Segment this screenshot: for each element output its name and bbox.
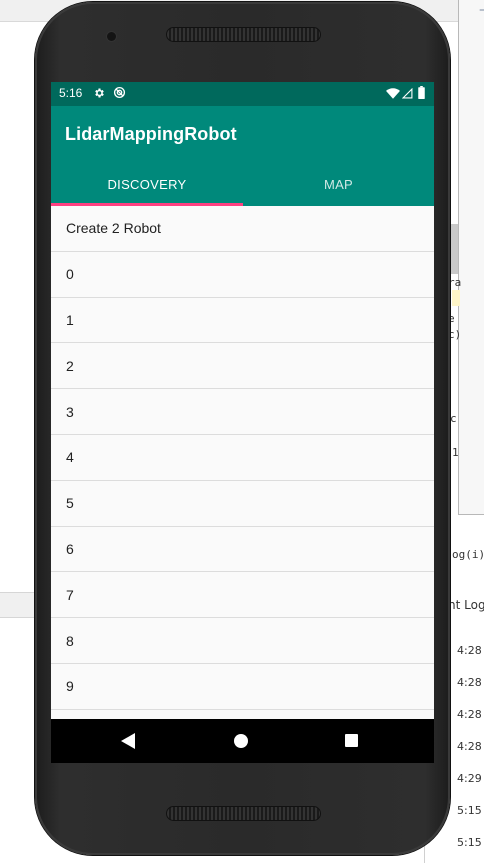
list-item[interactable]: 2 (51, 343, 434, 390)
event-log-time: 5:15 F (457, 836, 484, 849)
list-item[interactable]: 3 (51, 389, 434, 435)
logcat-label: og(i) (452, 548, 484, 561)
list-item[interactable]: Create 2 Robot (51, 206, 434, 252)
home-icon[interactable] (234, 734, 248, 748)
list-item[interactable]: 9 (51, 663, 434, 710)
phone-emulator: 5:16 LidarMappingRobot DISCOVERY MAP Cre… (35, 2, 450, 855)
tab-map[interactable]: MAP (243, 170, 434, 206)
list-item[interactable]: 1 (51, 297, 434, 344)
bottom-speaker (166, 806, 321, 821)
phone-screen: 5:16 LidarMappingRobot DISCOVERY MAP Cre… (51, 82, 434, 763)
device-list: Create 2 Robot 0 1 2 3 4 5 6 7 8 9 (51, 206, 434, 710)
event-log-time: 5:15 F (457, 804, 484, 817)
code-highlight (452, 290, 460, 306)
list-item[interactable]: 4 (51, 434, 434, 481)
wifi-icon (386, 88, 400, 99)
event-log-time: 4:28 F (457, 740, 484, 753)
event-log-time: 4:28 F (457, 676, 484, 689)
minimize-icon[interactable]: – (479, 2, 484, 18)
status-bar: 5:16 (51, 82, 434, 106)
signal-icon (402, 88, 413, 99)
app-bar: LidarMappingRobot DISCOVERY MAP (51, 106, 434, 206)
status-time: 5:16 (59, 86, 83, 100)
battery-icon (418, 86, 425, 99)
app-title: LidarMappingRobot (65, 124, 237, 144)
event-log-time: 4:29 F (457, 772, 484, 785)
code-snippet: 1 (452, 446, 459, 459)
event-log-time: 4:28 F (457, 644, 484, 657)
recents-icon[interactable] (345, 734, 358, 747)
earpiece-speaker (166, 27, 321, 42)
front-camera (107, 32, 116, 41)
event-log-time: 4:28 F (457, 708, 484, 721)
tab-discovery[interactable]: DISCOVERY (51, 170, 243, 206)
event-log-title[interactable]: nt Log (448, 598, 484, 612)
list-item[interactable]: 0 (51, 251, 434, 298)
navigation-bar (51, 719, 434, 763)
desktop-stage: – ra e c) c 1 og(i) nt Log 4:28 F 4:28 F… (0, 0, 484, 863)
list-item[interactable]: 5 (51, 480, 434, 527)
gear-icon (95, 88, 104, 98)
list-item[interactable]: 7 (51, 572, 434, 619)
scroll-thumb[interactable] (450, 224, 458, 274)
list-item[interactable]: 6 (51, 526, 434, 573)
sync-icon (113, 86, 126, 99)
list-item[interactable]: 8 (51, 618, 434, 664)
back-icon[interactable] (121, 733, 135, 749)
code-snippet: c (450, 412, 457, 425)
ide-right-tool-panel: – (458, 0, 484, 515)
